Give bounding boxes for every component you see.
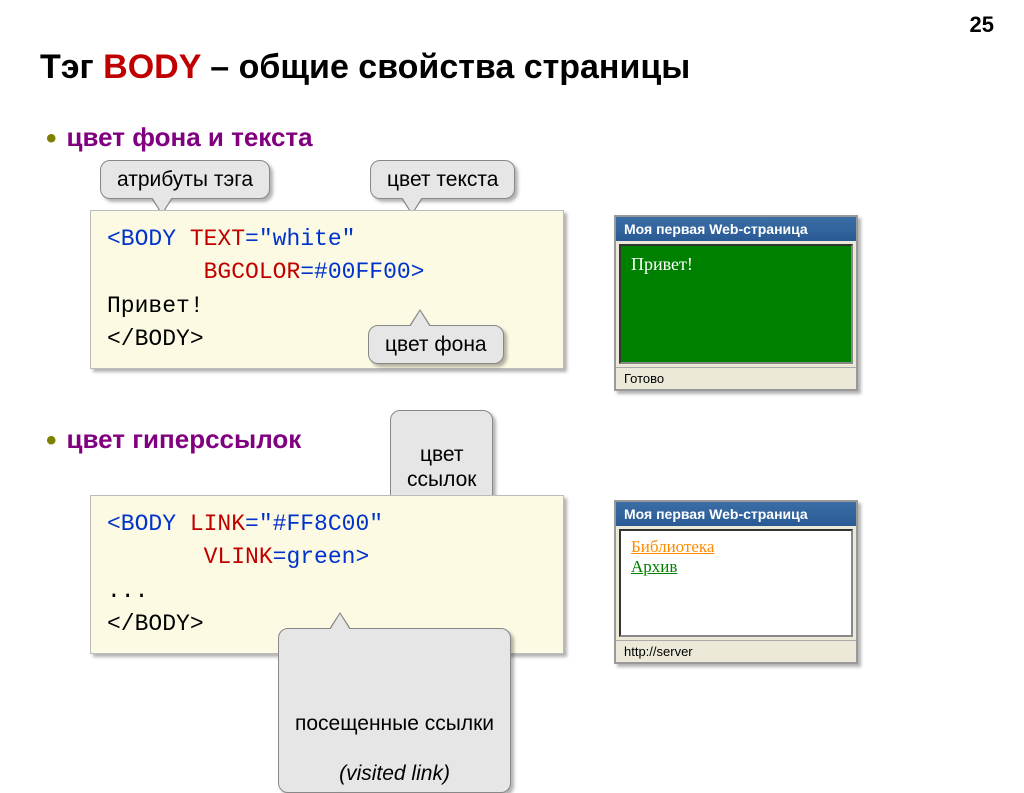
code2-line-1: <BODY LINK="#FF8C00" (107, 508, 547, 541)
window-2-titlebar: Моя первая Web-страница (616, 502, 856, 526)
callout-bgcolor: цвет фона (368, 325, 504, 364)
code2-link-val: ="#FF8C00" (245, 511, 383, 537)
code2-dots: ... (107, 575, 547, 608)
code1-open: <BODY (107, 226, 190, 252)
callout-textcolor-label: цвет текста (387, 168, 498, 191)
code2-indent (107, 544, 204, 570)
code2-line-2: VLINK=green> (107, 541, 547, 574)
code1-greeting: Привет! (107, 290, 547, 323)
title-post: – общие свойства страницы (201, 48, 691, 86)
bullet-1-label: цвет фона и текста (67, 122, 313, 152)
window-1-content: Привет! (619, 244, 853, 364)
page-number: 25 (970, 12, 994, 38)
bullet-hyperlinks: • цвет гиперссылок (46, 424, 301, 458)
code1-bg-val: =#00FF00> (300, 259, 424, 285)
callout-linkcolor-label: цвет ссылок (407, 443, 476, 491)
slide-title: Тэг BODY – общие свойства страницы (40, 48, 690, 87)
bullet-bg-text: • цвет фона и текста (46, 122, 313, 156)
window-2-link-library[interactable]: Библиотека (631, 537, 714, 556)
callout-textcolor: цвет текста (370, 160, 515, 199)
code-line-2: BGCOLOR=#00FF00> (107, 256, 547, 289)
callout-visited: посещенные ссылки (visited link) (278, 628, 511, 793)
title-keyword: BODY (103, 48, 201, 86)
code2-open: <BODY (107, 511, 190, 537)
code2-link-attr: LINK (190, 511, 245, 537)
bullet-dot-icon-2: • (46, 424, 57, 457)
callout-attributes: атрибуты тэга (100, 160, 270, 199)
bullet-2-label: цвет гиперссылок (67, 424, 302, 454)
window-2-status: http://server (616, 640, 856, 662)
code1-indent (107, 259, 204, 285)
title-pre: Тэг (40, 48, 103, 86)
bullet-dot-icon: • (46, 122, 57, 155)
callout-bgcolor-label: цвет фона (385, 333, 487, 356)
code1-text-val: ="white" (245, 226, 355, 252)
callout-visited-en: (visited link) (339, 762, 450, 785)
code1-bg-attr: BGCOLOR (204, 259, 301, 285)
code1-text-attr: TEXT (190, 226, 245, 252)
callout-visited-label: посещенные ссылки (295, 712, 494, 735)
code2-vlink-val: =green> (273, 544, 370, 570)
code2-vlink-attr: VLINK (204, 544, 273, 570)
window-2-content: Библиотека Архив (619, 529, 853, 637)
browser-window-2: Моя первая Web-страница Библиотека Архив… (614, 500, 858, 664)
window-1-status: Готово (616, 367, 856, 389)
window-2-link-archive[interactable]: Архив (631, 557, 677, 576)
callout-attributes-label: атрибуты тэга (117, 168, 253, 191)
browser-window-1: Моя первая Web-страница Привет! Готово (614, 215, 858, 391)
window-1-text: Привет! (631, 254, 693, 274)
window-1-titlebar: Моя первая Web-страница (616, 217, 856, 241)
code-line-1: <BODY TEXT="white" (107, 223, 547, 256)
